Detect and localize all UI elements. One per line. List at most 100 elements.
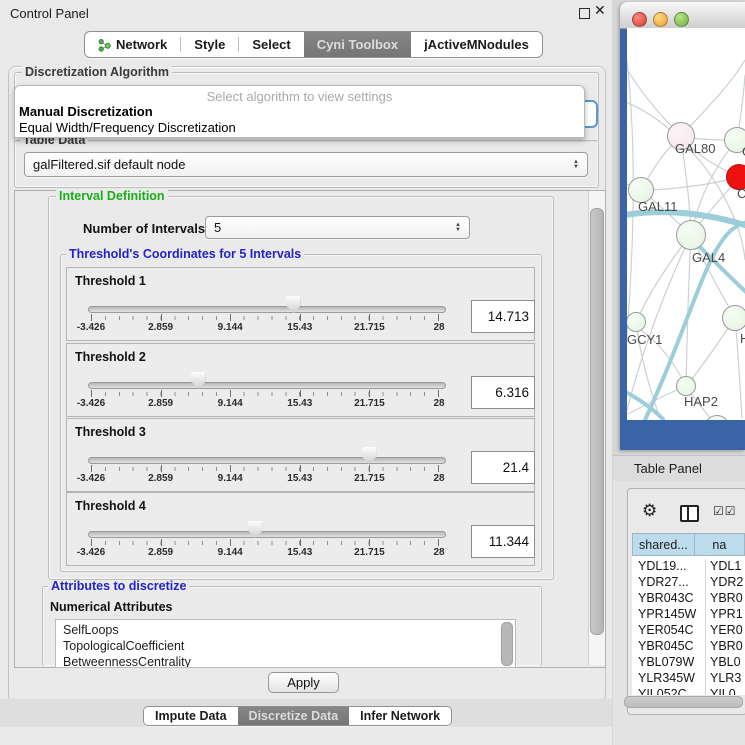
slider-scale-labels: -3.426 2.859 9.144 15.43 21.715 28 — [91, 547, 439, 559]
threshold-4-label: Threshold 4 — [75, 499, 146, 513]
columns-icon[interactable] — [680, 505, 699, 522]
numerical-attributes-list[interactable]: SelfLoops TopologicalCoefficient Between… — [55, 619, 516, 668]
threshold-1-value-field[interactable]: 14.713 — [471, 300, 535, 333]
tab-impute-data[interactable]: Impute Data — [144, 707, 238, 725]
table-header-row: shared... na — [632, 533, 745, 556]
node-label-clipped: H — [740, 331, 745, 346]
numerical-attributes-label: Numerical Attributes — [50, 600, 172, 614]
list-scrollbar-thumb[interactable] — [501, 622, 513, 666]
node-label-hap2: HAP2 — [684, 394, 718, 409]
node-gal4[interactable] — [676, 220, 706, 250]
network-canvas[interactable]: GAL80 GA C GAL11 GAL4 GCY1 H HAP2 — [627, 28, 745, 420]
slider-scale-labels: -3.426 2.859 9.144 15.43 21.715 28 — [91, 473, 439, 485]
tab-jactivemnodules[interactable]: jActiveMNodules — [411, 32, 542, 57]
control-panel-tabbar: Network Style Select Cyni Toolbox jActiv… — [84, 31, 543, 58]
table-row[interactable]: YDR27...YDR2 — [632, 575, 745, 591]
column-header-name[interactable]: na — [695, 533, 745, 556]
combobox-stepper-icon: ▲▼ — [565, 160, 579, 170]
slider-scale-labels: -3.426 2.859 9.144 15.43 21.715 28 — [91, 322, 439, 334]
table-row[interactable]: YPR145WYPR1 — [632, 607, 745, 623]
tab-infer-network[interactable]: Infer Network — [349, 707, 451, 725]
float-window-icon[interactable] — [579, 8, 590, 19]
node-h[interactable] — [722, 305, 745, 331]
close-icon[interactable]: ✕ — [594, 2, 606, 19]
apply-button[interactable]: Apply — [268, 672, 339, 693]
tab-cyni-toolbox[interactable]: Cyni Toolbox — [304, 32, 411, 57]
interval-definition-group-title: Interval Definition — [56, 190, 168, 203]
table-row[interactable]: YBL079WYBL0 — [632, 655, 745, 671]
threshold-4-value-field[interactable]: 11.344 — [471, 525, 535, 558]
checkbox-icons[interactable]: ☑☑ — [713, 504, 737, 518]
table-row[interactable]: YLR345WYLR3 — [632, 671, 745, 687]
bottom-tabbar: Impute Data Discretize Data Infer Networ… — [143, 706, 452, 726]
table-body[interactable]: YDL19...YDL1 YDR27...YDR2 YBR043CYBR0 YP… — [632, 556, 745, 695]
slider-ticks — [91, 314, 439, 321]
dropdown-prompt: Select algorithm to view settings — [15, 89, 584, 104]
node-label-gal4: GAL4 — [692, 250, 725, 265]
threshold-3-panel: Threshold 3 -3.426 2.859 9.144 15.43 21.… — [66, 418, 535, 492]
threshold-3-label: Threshold 3 — [75, 425, 146, 439]
tab-discretize-data-label: Discretize Data — [249, 709, 339, 723]
dropdown-option-equal-width-frequency[interactable]: Equal Width/Frequency Discretization — [19, 120, 236, 135]
table-row[interactable]: YBR043CYBR0 — [632, 591, 745, 607]
number-of-intervals-combobox[interactable]: 5 ▲▼ — [205, 216, 470, 239]
number-of-intervals-value: 5 — [214, 220, 221, 235]
network-icon — [98, 38, 111, 52]
threshold-2-panel: Threshold 2 -3.426 2.859 9.144 15.43 21.… — [66, 343, 535, 417]
tab-select-label: Select — [252, 37, 290, 52]
vertical-scrollbar-thumb[interactable] — [590, 208, 604, 635]
threshold-2-slider-handle[interactable] — [191, 372, 206, 389]
table-data-combobox-value: galFiltered.sif default node — [33, 157, 185, 172]
threshold-3-value-field[interactable]: 21.4 — [471, 451, 535, 484]
threshold-2-label: Threshold 2 — [75, 350, 146, 364]
threshold-1-label: Threshold 1 — [75, 274, 146, 288]
threshold-3-slider-handle[interactable] — [362, 447, 377, 464]
dropdown-option-manual-discretization[interactable]: Manual Discretization — [19, 104, 153, 119]
tab-jactivemnodules-label: jActiveMNodules — [424, 37, 529, 52]
list-item[interactable]: BetweennessCentrality — [63, 655, 191, 668]
node-label-gal11: GAL11 — [638, 199, 678, 214]
table-data-combobox[interactable]: galFiltered.sif default node ▲▼ — [24, 152, 588, 177]
number-of-intervals-label: Number of Intervals — [83, 221, 205, 236]
tab-network[interactable]: Network — [85, 32, 180, 57]
close-traffic-light[interactable] — [632, 12, 647, 27]
slider-scale-labels: -3.426 2.859 9.144 15.43 21.715 28 — [91, 398, 439, 410]
algorithm-dropdown-popup: Select algorithm to view settings Manual… — [14, 85, 585, 138]
table-row[interactable]: YDL19...YDL1 — [632, 559, 745, 575]
attributes-group-title: Attributes to discretize — [48, 580, 189, 593]
table-row[interactable]: YBR045CYBR0 — [632, 639, 745, 655]
app-root: Control Panel ✕ Network Style Select Cyn… — [0, 0, 745, 745]
tab-style[interactable]: Style — [181, 32, 238, 57]
network-window-titlebar[interactable] — [620, 2, 745, 29]
tab-discretize-data[interactable]: Discretize Data — [238, 707, 350, 725]
tab-infer-network-label: Infer Network — [360, 709, 440, 723]
threshold-4-slider-handle[interactable] — [248, 521, 263, 538]
minimize-traffic-light[interactable] — [653, 12, 668, 27]
tab-impute-data-label: Impute Data — [155, 709, 227, 723]
horizontal-scrollbar-thumb[interactable] — [624, 696, 743, 708]
node-hap2[interactable] — [676, 376, 696, 396]
list-item[interactable]: SelfLoops — [63, 623, 119, 637]
threshold-2-value-field[interactable]: 6.316 — [471, 376, 535, 409]
table-panel-title: Table Panel — [634, 461, 702, 476]
threshold-1-panel: Threshold 1 -3.426 2.859 9.144 15.43 21.… — [66, 267, 535, 341]
control-panel-title: Control Panel — [10, 6, 89, 21]
gear-icon[interactable]: ⚙ — [642, 501, 657, 521]
thresholds-group-title: Threshold's Coordinates for 5 Intervals — [66, 248, 304, 261]
node-gcy1[interactable] — [627, 312, 646, 332]
table-row[interactable]: YIL052CYIL0 — [632, 687, 745, 695]
combobox-stepper-icon: ▲▼ — [447, 223, 461, 233]
threshold-1-slider-handle[interactable] — [286, 296, 301, 313]
slider-ticks — [91, 390, 439, 397]
tab-select[interactable]: Select — [239, 32, 303, 57]
node-label-clipped: C — [737, 186, 745, 201]
node-label-gcy1: GCY1 — [627, 332, 662, 347]
column-header-shared[interactable]: shared... — [632, 533, 695, 556]
slider-ticks — [91, 465, 439, 472]
slider-ticks — [91, 539, 439, 546]
node-label-gal80: GAL80 — [675, 141, 715, 156]
zoom-traffic-light[interactable] — [674, 12, 689, 27]
tab-network-label: Network — [116, 37, 167, 52]
table-row[interactable]: YER054CYER0 — [632, 623, 745, 639]
list-item[interactable]: TopologicalCoefficient — [63, 639, 184, 653]
